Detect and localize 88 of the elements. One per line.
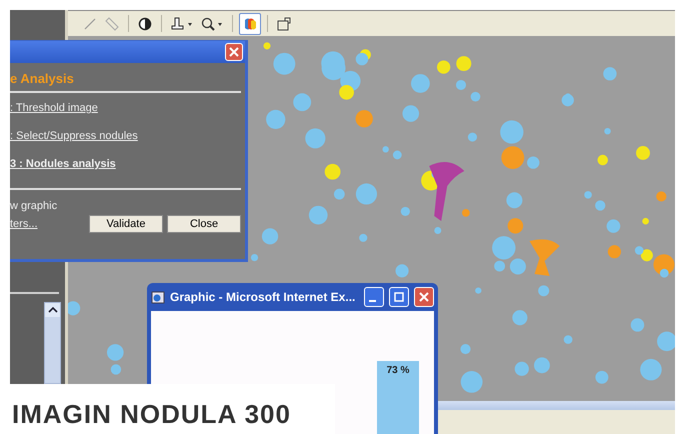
browser-page-icon (151, 290, 165, 304)
nodule-particle (470, 92, 480, 102)
nodule-particle (400, 206, 410, 216)
nodule-particle (634, 246, 644, 255)
nodule-particle (527, 156, 540, 169)
nodule-particle (606, 219, 620, 233)
nodule-particle (501, 146, 524, 169)
nodule-particle (266, 110, 286, 130)
dialog-button[interactable]: Validate (89, 215, 163, 233)
nodule-particle (500, 120, 524, 144)
contrast-icon (137, 16, 153, 32)
dialog-heading: e Analysis (10, 71, 75, 86)
nodule-particle (598, 154, 608, 166)
nodule-particle (106, 344, 124, 361)
parameters-link[interactable]: ters... (10, 218, 85, 230)
nodule-particle (356, 52, 368, 66)
maximize-button[interactable] (389, 287, 409, 307)
nodule-particle (250, 254, 258, 262)
nodule-particle (411, 74, 430, 93)
nodule-particle (339, 85, 354, 100)
bar-value-label: 73 % (386, 365, 410, 378)
minimize-button[interactable] (364, 287, 384, 307)
nodule-particle (564, 335, 572, 344)
line-tool-icon (82, 16, 98, 32)
nodule-particle (608, 245, 621, 258)
step-link[interactable]: : Threshold image (10, 102, 241, 114)
close-button[interactable] (225, 43, 243, 61)
colored-layers-icon (242, 16, 258, 32)
nodule-particle (356, 110, 373, 128)
option-label: w graphic (10, 200, 58, 212)
nodule-particle (656, 191, 666, 202)
nodule-particle (456, 56, 472, 72)
nodule-particle (396, 264, 409, 278)
ruler-icon (104, 16, 120, 32)
window-title: Graphic - Microsoft Internet Ex... (170, 290, 356, 304)
nodule-particle (475, 287, 482, 294)
nodule-particle (434, 227, 442, 234)
nodule-particle (595, 370, 608, 384)
nodule-particle (506, 192, 522, 208)
caret-up-icon (48, 306, 58, 314)
step-link[interactable]: : Select/Suppress nodules (10, 130, 241, 142)
close-icon (229, 47, 239, 57)
nodule-particle (262, 228, 278, 244)
nodule-particle (456, 80, 466, 90)
nodule-particle (642, 218, 649, 225)
nodule-particle (110, 364, 122, 375)
nodule-particle (324, 164, 340, 180)
scroll-up-button[interactable] (45, 303, 60, 317)
nodule-particle (640, 358, 662, 380)
nodule-particle (437, 60, 450, 74)
nodule-particle (514, 362, 529, 376)
scrollbar[interactable] (44, 302, 61, 384)
nodule-particle (305, 128, 326, 148)
stamp-dropdown-icon (170, 16, 194, 32)
step-link[interactable]: 3 : Nodules analysis (10, 158, 241, 170)
window-arrow-icon (276, 16, 292, 32)
nodule-particle (263, 42, 271, 50)
nodule-particle (657, 332, 675, 352)
nodule-particle (603, 67, 617, 80)
nodule-particle (460, 371, 483, 393)
maximize-icon (394, 292, 404, 302)
nodule-particle (68, 301, 80, 316)
nodule-particle (293, 93, 312, 112)
nodule-particle (604, 128, 611, 134)
nodule-particle (460, 344, 471, 354)
nodule-particle (308, 206, 328, 224)
nodule-particle (356, 183, 378, 205)
nodule-particle (273, 52, 296, 75)
close-icon (419, 292, 429, 302)
nodule-particle (468, 132, 477, 142)
close-button[interactable] (414, 287, 434, 307)
nodule-particle (359, 234, 368, 242)
magnifier-dropdown-icon (200, 16, 224, 32)
nodule-particle (512, 310, 528, 326)
nodule-particle (530, 239, 560, 276)
nodule-particle (402, 105, 420, 122)
nodule-particle (630, 318, 644, 332)
nodule-particle (562, 94, 574, 106)
nodule-particle (508, 218, 524, 234)
nodule-particle (595, 200, 606, 211)
nodule-particle (534, 357, 550, 374)
nodule-particle (538, 285, 550, 296)
nodule-particle (636, 146, 650, 160)
nodule-particle (584, 191, 592, 199)
nodule-particle (334, 188, 345, 200)
brochure-heading: IMAGIN NODULA 300 (12, 399, 291, 430)
minimize-icon (369, 300, 376, 302)
dialog-button[interactable]: Close (167, 215, 241, 233)
